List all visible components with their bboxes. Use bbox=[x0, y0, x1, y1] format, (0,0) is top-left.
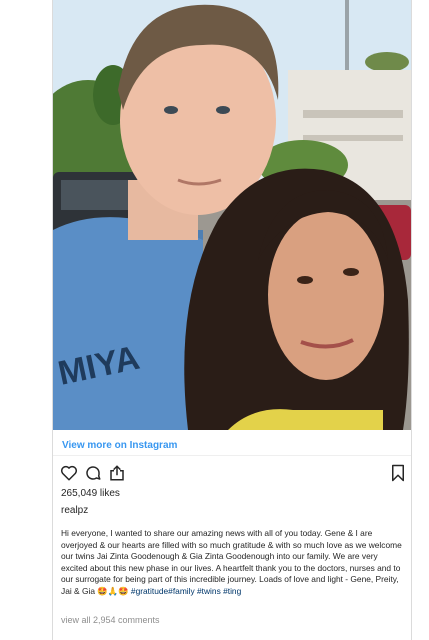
divider bbox=[53, 455, 411, 456]
instagram-embed-card: MIYA View more on Instagram 265,049 like… bbox=[52, 0, 412, 640]
view-more-link[interactable]: View more on Instagram bbox=[62, 440, 177, 451]
share-icon[interactable] bbox=[108, 464, 126, 487]
username[interactable]: realpz bbox=[61, 505, 88, 516]
view-comments-link[interactable]: view all 2,954 comments bbox=[61, 615, 160, 625]
comment-icon[interactable] bbox=[84, 464, 102, 487]
likes-count[interactable]: 265,049 likes bbox=[61, 488, 120, 499]
selfie-image: MIYA bbox=[53, 0, 411, 430]
action-bar bbox=[60, 464, 405, 484]
bookmark-icon[interactable] bbox=[390, 464, 406, 487]
hashtags[interactable]: #gratitude#family #twins #ting bbox=[131, 586, 241, 596]
caption: Hi everyone, I wanted to share our amazi… bbox=[61, 528, 406, 598]
heart-icon[interactable] bbox=[60, 464, 78, 487]
post-photo[interactable]: MIYA bbox=[53, 0, 411, 430]
